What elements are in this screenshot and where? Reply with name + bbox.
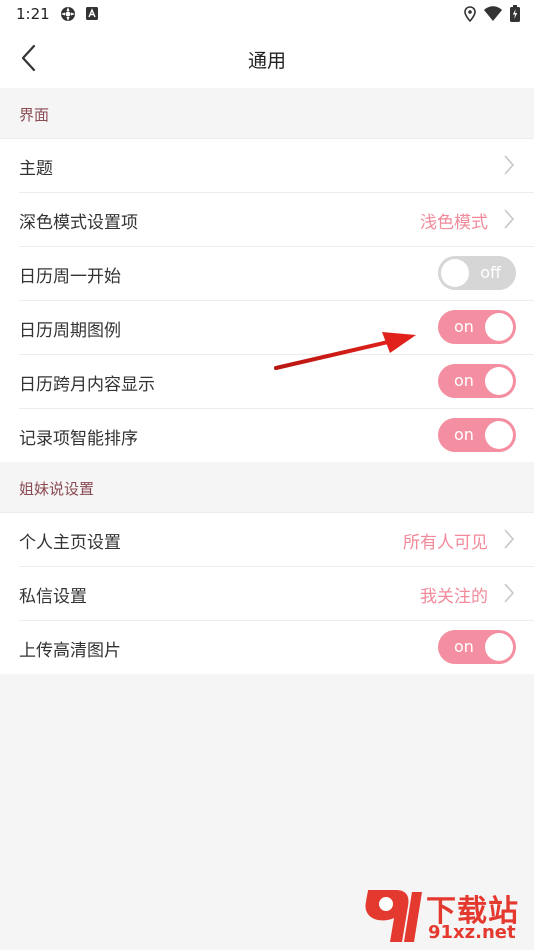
status-bar: 1:21 — [0, 0, 534, 28]
divider — [19, 246, 534, 247]
row-value: 浅色模式 — [420, 213, 488, 233]
chevron-right-icon — [504, 529, 515, 549]
settings-row-cross-month: 日历跨月内容显示 on — [0, 354, 534, 408]
toggle-text: on — [454, 637, 474, 656]
row-label: 上传高清图片 — [19, 641, 121, 661]
divider — [19, 408, 534, 409]
settings-row-theme[interactable]: 主题 — [0, 138, 534, 192]
section-title: 姐妹说设置 — [19, 480, 95, 498]
chevron-right-icon — [504, 155, 515, 175]
settings-row-cycle-legend: 日历周期图例 on — [0, 300, 534, 354]
section-header-interface: 界面 — [0, 88, 534, 138]
battery-icon — [510, 5, 520, 22]
settings-row-week-start-monday: 日历周一开始 off — [0, 246, 534, 300]
section-header-sisters: 姐妹说设置 — [0, 462, 534, 512]
location-icon — [464, 5, 476, 22]
toggle-text: on — [454, 317, 474, 336]
toggle-switch[interactable]: on — [438, 310, 516, 344]
row-value: 我关注的 — [420, 587, 488, 607]
watermark: 下载站 91xz.net — [362, 884, 532, 948]
status-right-icons — [464, 5, 520, 22]
row-label: 日历周一开始 — [19, 267, 121, 287]
a-icon — [86, 7, 98, 20]
toggle-text: off — [480, 263, 501, 282]
wifi-icon — [484, 6, 502, 21]
toggle-knob — [485, 367, 513, 395]
settings-row-dark-mode[interactable]: 深色模式设置项 浅色模式 — [0, 192, 534, 246]
toggle-text: on — [454, 371, 474, 390]
toggle-knob — [485, 313, 513, 341]
toggle-switch[interactable]: on — [438, 630, 516, 664]
divider — [19, 566, 534, 567]
page-title: 通用 — [247, 50, 286, 72]
section-title: 界面 — [19, 106, 50, 124]
row-label: 日历周期图例 — [19, 321, 121, 341]
status-time: 1:21 — [16, 5, 50, 23]
settings-row-hd-upload: 上传高清图片 on — [0, 620, 534, 674]
row-label: 私信设置 — [19, 587, 87, 607]
toggle-knob — [485, 633, 513, 661]
toggle-knob — [441, 259, 469, 287]
chevron-right-icon — [504, 583, 515, 603]
row-label: 深色模式设置项 — [19, 213, 138, 233]
row-label: 主题 — [19, 159, 53, 179]
toggle-text: on — [454, 425, 474, 444]
gear-icon — [61, 7, 75, 21]
divider — [19, 192, 534, 193]
divider — [0, 138, 534, 139]
annotation-arrow-icon — [274, 332, 416, 370]
row-value: 所有人可见 — [403, 533, 488, 553]
divider — [19, 300, 534, 301]
row-label: 个人主页设置 — [19, 533, 121, 553]
row-label: 记录项智能排序 — [19, 429, 138, 449]
logo-icon — [365, 890, 422, 942]
toggle-knob — [485, 421, 513, 449]
divider — [19, 620, 534, 621]
settings-row-smart-sort: 记录项智能排序 on — [0, 408, 534, 462]
row-label: 日历跨月内容显示 — [19, 375, 155, 395]
divider — [0, 512, 534, 513]
settings-row-profile[interactable]: 个人主页设置 所有人可见 — [0, 512, 534, 566]
title-bar: 通用 — [0, 28, 534, 88]
toggle-switch[interactable]: off — [438, 256, 516, 290]
toggle-switch[interactable]: on — [438, 418, 516, 452]
toggle-switch[interactable]: on — [438, 364, 516, 398]
chevron-right-icon — [504, 209, 515, 229]
watermark-domain: 91xz.net — [428, 922, 516, 943]
settings-row-messages[interactable]: 私信设置 我关注的 — [0, 566, 534, 620]
